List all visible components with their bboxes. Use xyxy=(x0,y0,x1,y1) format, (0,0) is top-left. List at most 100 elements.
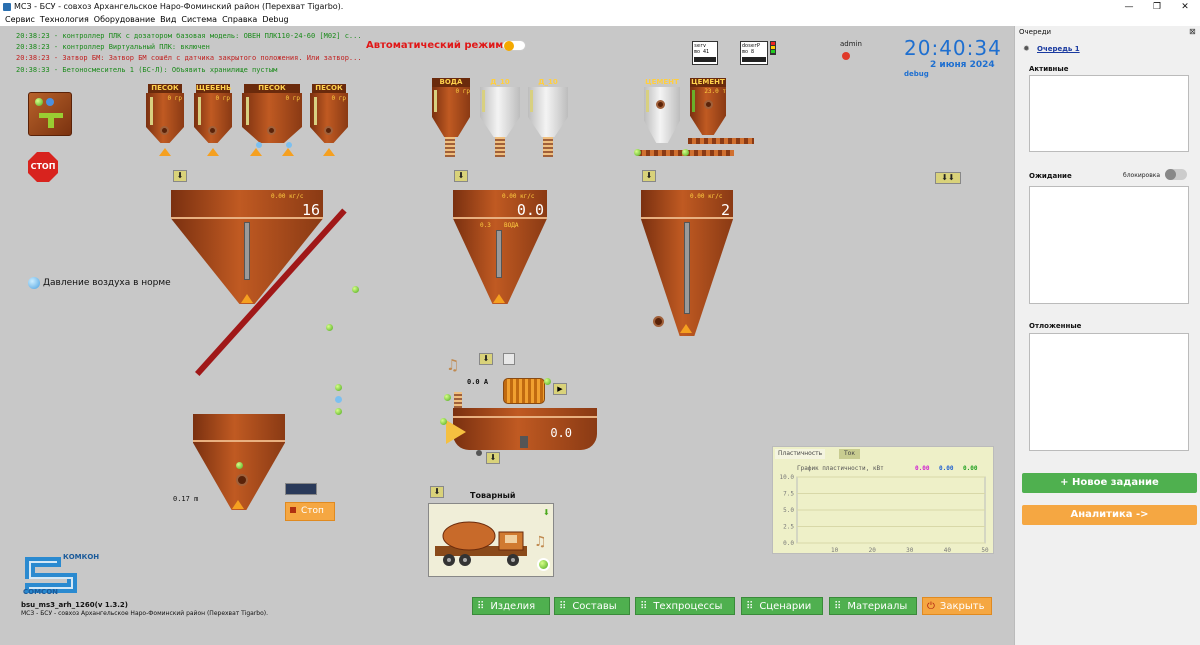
download-button[interactable]: ⬇ xyxy=(479,353,493,365)
menu-debug[interactable]: Debug xyxy=(262,14,288,26)
menu-technology[interactable]: Технология xyxy=(40,14,89,26)
level-bar xyxy=(198,97,201,125)
conveyor-sensor xyxy=(682,149,689,156)
truck-panel[interactable]: ♫ ⬇ xyxy=(428,503,554,577)
level-bar xyxy=(646,90,649,112)
products-button[interactable]: ⠿ Изделия xyxy=(472,597,550,615)
waiting-queue-list[interactable] xyxy=(1029,186,1189,304)
vibrator-icon xyxy=(656,100,665,109)
truck-status-led xyxy=(537,558,550,571)
cement-silo-1[interactable] xyxy=(644,87,680,143)
deferred-queue-list[interactable] xyxy=(1029,333,1189,451)
vibrator-icon xyxy=(208,126,217,135)
vibrator-icon xyxy=(324,126,333,135)
copy-icon[interactable] xyxy=(503,353,515,365)
logo-bottom-text: COMCON xyxy=(23,588,58,596)
lock-toggle[interactable] xyxy=(1165,169,1187,180)
server-status-doser[interactable]: doserP mo 8 xyxy=(740,41,768,65)
skip-stop-label: Стоп xyxy=(301,506,324,516)
download-button[interactable]: ⬇ xyxy=(642,170,656,182)
chart-plot: 0.0 2.5 5.0 7.5 10.0 10 20 30 40 50 xyxy=(780,474,989,554)
active-queue-list[interactable] xyxy=(1029,75,1189,152)
hopper-sub-name: ВОДА xyxy=(504,222,519,229)
new-task-button[interactable]: + Новое задание xyxy=(1022,473,1197,493)
bucket-divider xyxy=(193,440,285,442)
compressor-unit[interactable] xyxy=(28,92,72,136)
menu-system[interactable]: Система xyxy=(181,14,217,26)
processes-button[interactable]: ⠿ Техпроцессы xyxy=(635,597,735,615)
close-window-button[interactable]: ✕ xyxy=(1171,0,1199,14)
music-note-icon[interactable]: ♫ xyxy=(446,356,459,374)
scenarios-label: Сценарии xyxy=(759,601,812,612)
x-tick-label: 50 xyxy=(981,547,989,554)
analytics-button[interactable]: Аналитика -> xyxy=(1022,505,1197,525)
menu-help[interactable]: Справка xyxy=(222,14,257,26)
auto-mode-toggle[interactable] xyxy=(502,40,526,51)
server-indicator xyxy=(694,57,716,62)
user-icon[interactable] xyxy=(842,52,850,60)
pump-icon xyxy=(543,137,553,157)
stop-square-icon xyxy=(290,507,296,513)
hopper-rate: 0.00 кг/с xyxy=(690,193,723,200)
materials-button[interactable]: ⠿ Материалы xyxy=(829,597,917,615)
traffic-light-icon xyxy=(770,41,776,55)
download-button[interactable]: ⬇ xyxy=(430,486,444,498)
menu-equipment[interactable]: Оборудование xyxy=(94,14,155,26)
additive-tank-1[interactable] xyxy=(480,87,520,137)
mixer-motor[interactable] xyxy=(503,378,545,404)
scenarios-button[interactable]: ⠿ Сценарии xyxy=(741,597,823,615)
menu-service[interactable]: Сервис xyxy=(5,14,35,26)
silo-weight: 0 гр xyxy=(167,95,182,102)
silo-label: ЦЕМЕНТ xyxy=(645,78,679,86)
close-app-label: Закрыть xyxy=(939,601,985,612)
gear-icon: ✹ xyxy=(1023,44,1030,53)
gate-icon xyxy=(207,148,219,156)
silo-label: Д_10 xyxy=(490,78,510,86)
x-tick-label: 40 xyxy=(944,547,952,554)
skip-sensor xyxy=(236,462,243,469)
download-button[interactable]: ⬇ xyxy=(454,170,468,182)
download-button[interactable]: ⬇⬇ xyxy=(935,172,961,184)
silo-label: ВОДА xyxy=(432,78,470,87)
music-note-icon[interactable]: ♫ xyxy=(534,534,547,550)
server-status-serv[interactable]: serv mo 41 xyxy=(692,41,718,65)
pump-icon xyxy=(445,137,455,157)
y-tick-label: 2.5 xyxy=(783,524,794,531)
emergency-stop-button[interactable]: СТОП xyxy=(28,152,58,182)
log-line: 20:38:23 - контроллер ПЛК с дозатором ба… xyxy=(16,32,362,40)
skip-stop-button[interactable]: Стоп xyxy=(285,502,335,521)
y-tick-label: 0.0 xyxy=(783,540,794,547)
recipes-button[interactable]: ⠿ Составы xyxy=(554,597,630,615)
active-section-label: Активные xyxy=(1029,65,1069,73)
level-bar xyxy=(530,90,533,112)
debug-label: debug xyxy=(904,70,929,78)
menu-bar: Сервис Технология Оборудование Вид Система Сп… xyxy=(0,14,1014,26)
products-label: Изделия xyxy=(490,601,536,612)
tab-plasticity[interactable]: Пластичность xyxy=(775,449,826,459)
silo-label: ПЕСОК xyxy=(244,84,300,93)
minimize-button[interactable]: — xyxy=(1115,0,1143,14)
plasticity-chart: Пластичность Ток График пластичности, кВ… xyxy=(772,446,994,554)
gate-icon xyxy=(323,148,335,156)
server-value: mo 41 xyxy=(694,49,710,55)
server-value: mo 8 xyxy=(742,49,755,55)
log-line: 20:38:33 - Бетоносмеситель 1 (БС-Л): Объ… xyxy=(16,66,278,74)
queue-item-link[interactable]: Очередь 1 xyxy=(1037,45,1080,53)
vibrator-icon xyxy=(160,126,169,135)
app-version: bsu_ms3_arh_1260(v 1.3.2) xyxy=(21,601,128,609)
close-panel-icon[interactable]: ⊠ xyxy=(1189,27,1196,36)
download-button[interactable]: ⬇ xyxy=(486,452,500,464)
screw-conveyor[interactable] xyxy=(688,138,754,144)
tab-current[interactable]: Ток xyxy=(839,449,860,459)
close-app-button[interactable]: ⏻ Закрыть xyxy=(922,597,992,615)
silo-label: ПЕСОК xyxy=(312,84,346,93)
scada-canvas: 20:38:23 - контроллер ПЛК с дозатором ба… xyxy=(0,26,1014,645)
user-name: admin xyxy=(840,40,862,48)
menu-view[interactable]: Вид xyxy=(160,14,176,26)
grid-icon: ⠿ xyxy=(559,601,567,612)
silo-weight: 0 гр xyxy=(215,95,230,102)
download-button[interactable]: ⬇ xyxy=(173,170,187,182)
additive-tank-2[interactable] xyxy=(528,87,568,137)
play-button[interactable]: ▶ xyxy=(553,383,567,395)
maximize-button[interactable]: ❐ xyxy=(1143,0,1171,14)
